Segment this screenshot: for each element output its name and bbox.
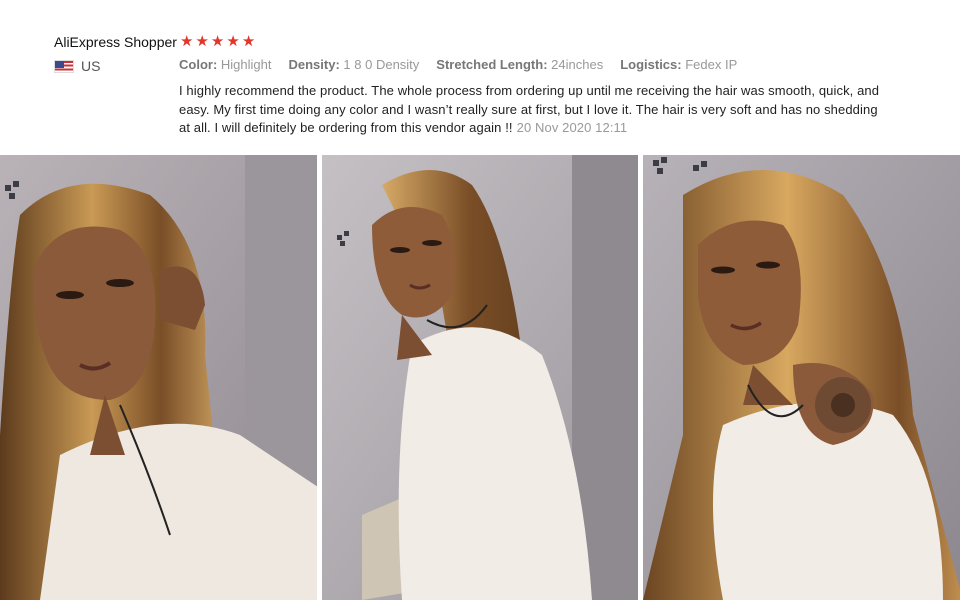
woman-mirror-image bbox=[321, 155, 639, 600]
attribute-density: Density: 1 8 0 Density bbox=[288, 57, 420, 72]
us-flag-icon bbox=[54, 59, 74, 73]
reviewer-country: US bbox=[54, 58, 100, 74]
review-photo-3[interactable] bbox=[643, 155, 960, 600]
star-icon: ★ bbox=[180, 33, 194, 50]
review-body: I highly recommend the product. The whol… bbox=[179, 82, 891, 138]
woman-portrait-image bbox=[0, 155, 317, 600]
star-icon: ★ bbox=[241, 33, 256, 50]
reviewer-name: AliExpress Shopper bbox=[54, 34, 177, 50]
product-attributes: Color: Highlight Density: 1 8 0 Density … bbox=[179, 57, 737, 72]
review-photo-2[interactable] bbox=[321, 155, 639, 600]
country-code: US bbox=[81, 58, 101, 74]
star-rating: ★ ★ ★ ★ ★ bbox=[180, 33, 255, 50]
star-icon: ★ bbox=[195, 33, 209, 50]
attribute-length: Stretched Length: 24inches bbox=[436, 57, 604, 72]
star-icon: ★ bbox=[210, 33, 225, 50]
review-date: 20 Nov 2020 12:11 bbox=[516, 120, 628, 135]
attribute-logistics: Logistics: Fedex IP bbox=[620, 57, 738, 72]
star-icon: ★ bbox=[226, 33, 240, 50]
review-photo-1[interactable] bbox=[0, 155, 317, 600]
attribute-color: Color: Highlight bbox=[179, 57, 272, 72]
review-photos bbox=[0, 155, 960, 600]
woman-smile-image bbox=[643, 155, 960, 600]
review-header: AliExpress Shopper ★ ★ ★ ★ ★ US Color: H… bbox=[0, 0, 960, 155]
